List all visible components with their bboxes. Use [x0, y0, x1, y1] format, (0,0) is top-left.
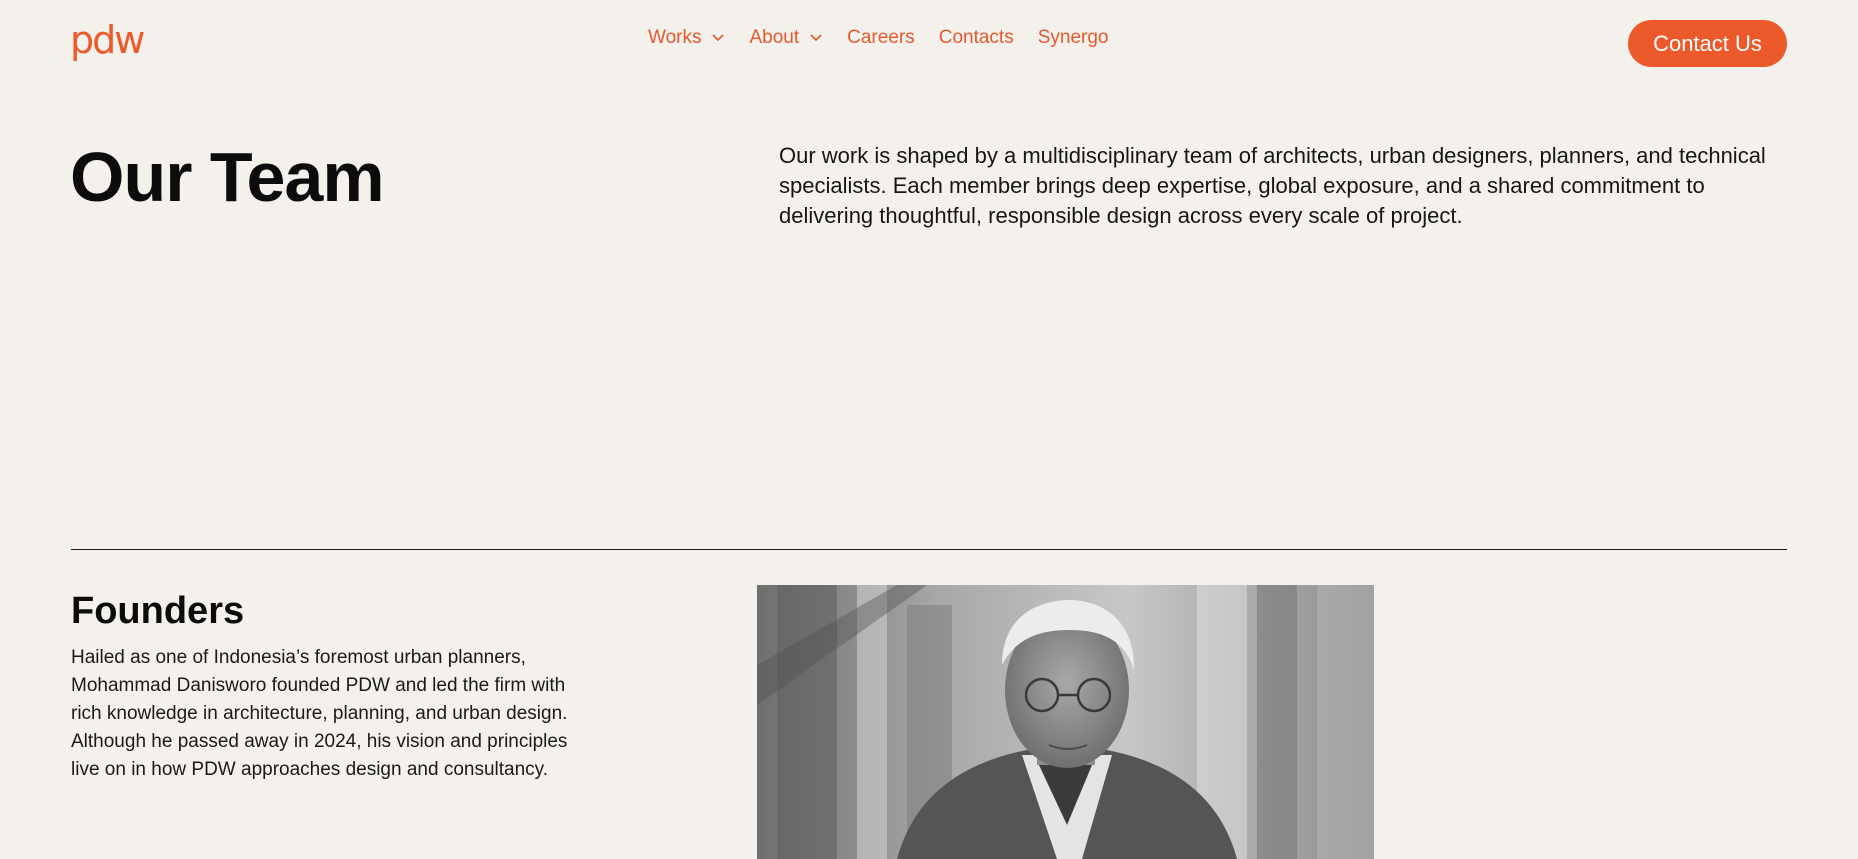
chevron-down-icon — [712, 34, 725, 42]
founders-description: Hailed as one of Indonesia’s foremost ur… — [71, 647, 568, 780]
contact-us-button[interactable]: Contact Us — [1628, 20, 1787, 67]
founder-photo — [757, 585, 1374, 859]
section-divider — [71, 549, 1787, 550]
site-header: pdw Works About Careers Contacts Synergo… — [0, 0, 1858, 86]
founders-heading: Founders — [71, 590, 245, 632]
nav-contacts[interactable]: Contacts — [939, 27, 1014, 49]
founder-portrait-image — [757, 585, 1374, 859]
nav-about-label: About — [749, 27, 800, 48]
nav-works[interactable]: Works — [648, 27, 725, 49]
main-nav: Works About Careers Contacts Synergo — [648, 27, 1108, 49]
intro-paragraph: Our work is shaped by a multidisciplinar… — [779, 143, 1766, 228]
page-title: Our Team — [70, 138, 385, 216]
nav-about[interactable]: About — [749, 27, 823, 49]
pdw-logo[interactable]: pdw — [70, 18, 145, 62]
nav-careers[interactable]: Careers — [847, 27, 915, 49]
nav-works-label: Works — [648, 27, 702, 48]
chevron-down-icon — [810, 34, 822, 42]
nav-synergo[interactable]: Synergo — [1038, 27, 1109, 49]
